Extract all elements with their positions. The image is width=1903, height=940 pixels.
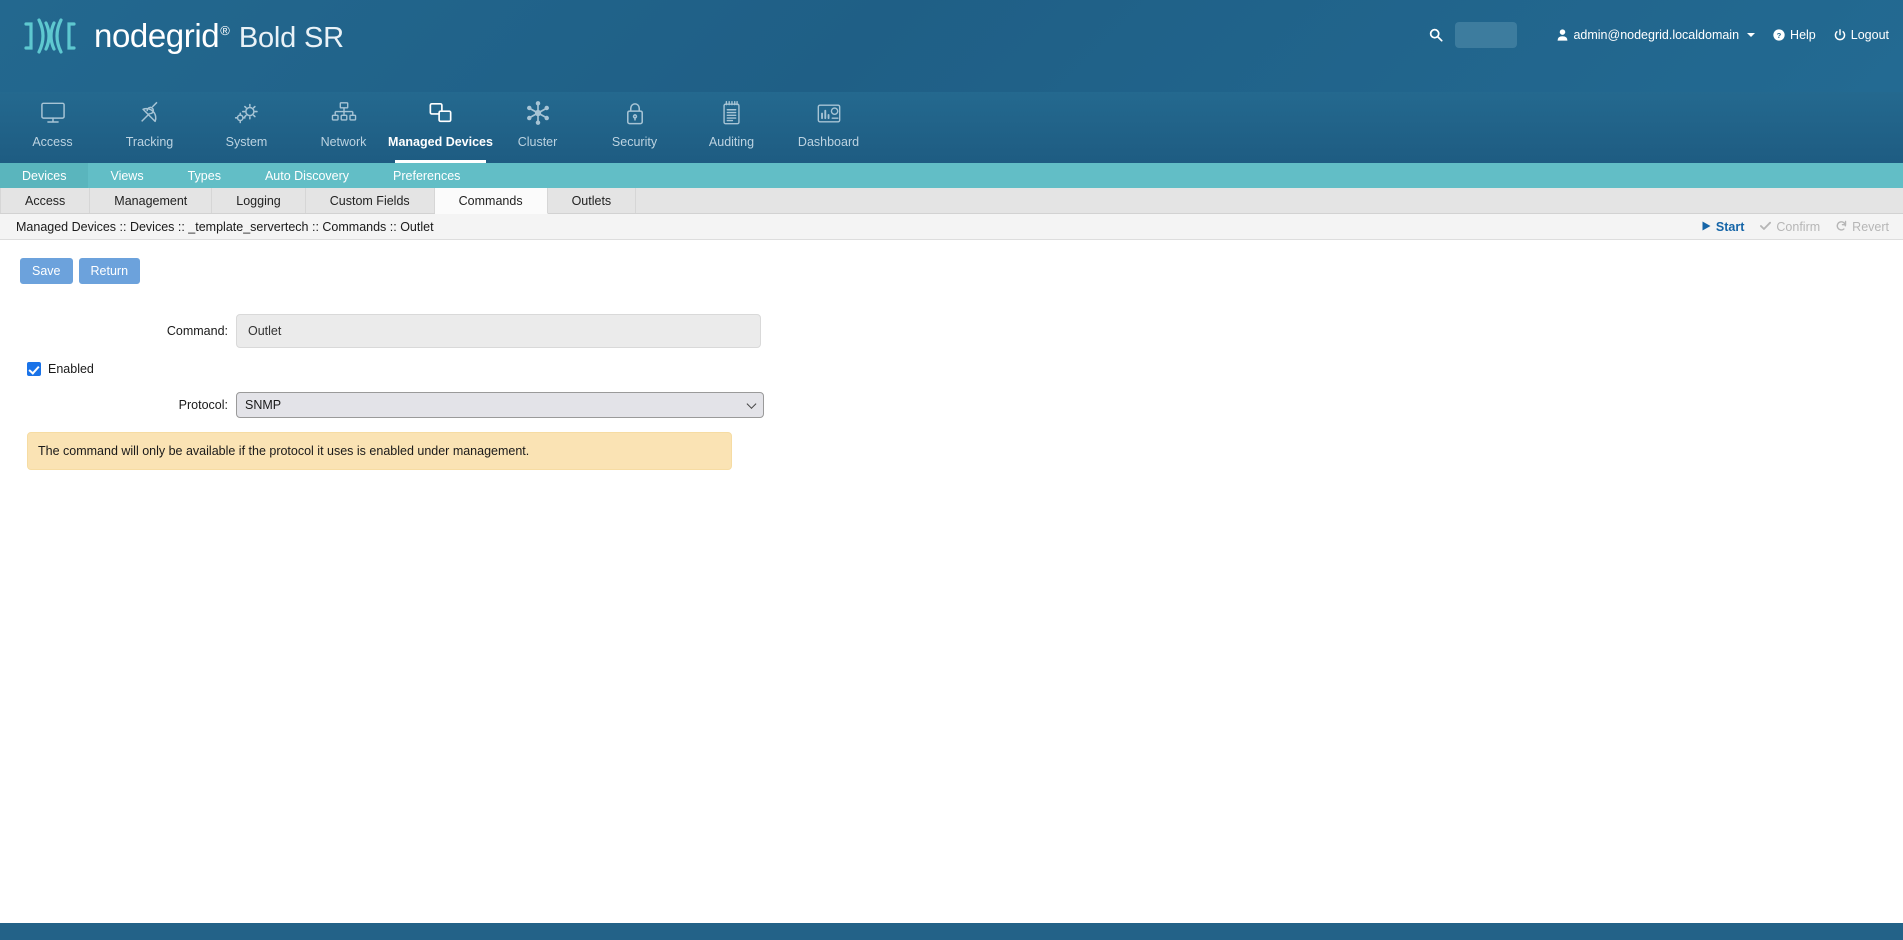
return-button[interactable]: Return: [78, 258, 141, 285]
main-navigation: Access Tracking System Network Managed D…: [0, 92, 1903, 163]
undo-icon: [1836, 220, 1847, 234]
start-button[interactable]: Start: [1702, 220, 1744, 234]
section-tabs: Devices Views Types Auto Discovery Prefe…: [0, 163, 1903, 188]
tab-views[interactable]: Views: [88, 163, 165, 188]
nav-item-auditing[interactable]: Auditing: [683, 92, 780, 163]
tab-preferences[interactable]: Preferences: [371, 163, 482, 188]
subtab-label: Access: [25, 193, 66, 208]
user-icon: [1557, 29, 1568, 41]
subtab-access[interactable]: Access: [0, 188, 91, 213]
command-row: Command:: [0, 314, 1903, 349]
gears-icon: [233, 98, 260, 128]
command-input[interactable]: [236, 314, 761, 349]
protocol-warning-message: The command will only be available if th…: [27, 432, 732, 471]
nodegrid-logo-icon: [18, 10, 82, 62]
page-actions: Start Confirm Revert: [1702, 220, 1889, 234]
start-label: Start: [1715, 219, 1745, 234]
check-icon: [1760, 220, 1772, 234]
search-input[interactable]: [1455, 22, 1518, 48]
enabled-checkbox[interactable]: [27, 362, 41, 377]
help-label: Help: [1790, 28, 1816, 42]
notepad-icon: [720, 98, 743, 128]
network-tree-icon: [331, 98, 357, 128]
monitor-icon: [40, 98, 66, 128]
product-name: Bold SR: [238, 22, 344, 54]
logout-label: Logout: [1850, 28, 1889, 42]
subtab-logging[interactable]: Logging: [212, 188, 306, 213]
nav-item-dashboard[interactable]: Dashboard: [780, 92, 877, 163]
tab-types[interactable]: Types: [166, 163, 243, 188]
search-icon[interactable]: [1423, 25, 1449, 45]
nav-label: Auditing: [708, 135, 755, 149]
tab-label: Preferences: [393, 168, 461, 183]
user-menu[interactable]: admin@nodegrid.localdomain: [1557, 28, 1756, 42]
subtab-label: Management: [114, 193, 188, 208]
tab-auto-discovery[interactable]: Auto Discovery: [243, 163, 371, 188]
tab-devices[interactable]: Devices: [0, 163, 89, 188]
nav-item-system[interactable]: System: [198, 92, 295, 163]
satellite-dish-icon: [137, 98, 163, 128]
nav-label: Security: [611, 135, 658, 149]
bar-chart-icon: [816, 98, 842, 128]
subtab-label: Logging: [236, 193, 281, 208]
subtab-label: Outlets: [571, 193, 612, 208]
nav-label: Network: [320, 135, 367, 149]
main-content: Save Return Command: Enabled Protocol: S…: [0, 240, 1903, 923]
nav-item-access[interactable]: Access: [4, 92, 101, 163]
windows-stack-icon: [427, 98, 454, 128]
play-icon: [1702, 220, 1711, 234]
sub-tabs: Access Management Logging Custom Fields …: [0, 188, 1903, 214]
form-toolbar: Save Return: [0, 258, 1903, 285]
tab-label: Auto Discovery: [264, 168, 350, 183]
save-button[interactable]: Save: [20, 258, 73, 285]
question-circle-icon: ?: [1773, 29, 1785, 41]
brand-logo[interactable]: nodegrid ® Bold SR: [18, 10, 344, 62]
revert-button: Revert: [1836, 220, 1889, 234]
tab-label: Types: [187, 168, 221, 183]
power-icon: [1834, 29, 1846, 41]
nav-item-tracking[interactable]: Tracking: [101, 92, 198, 163]
tab-label: Views: [110, 168, 144, 183]
nav-item-network[interactable]: Network: [295, 92, 392, 163]
subtab-label: Commands: [458, 193, 523, 208]
logout-link[interactable]: Logout: [1834, 28, 1889, 42]
subtab-label: Custom Fields: [329, 193, 410, 208]
subtab-custom-fields[interactable]: Custom Fields: [306, 188, 435, 213]
nav-item-cluster[interactable]: Cluster: [489, 92, 586, 163]
app-footer: Copyright © ZPE Systems, Inc.: [0, 923, 1903, 940]
nav-label: Dashboard: [797, 135, 860, 149]
nav-label: System: [225, 135, 268, 149]
nav-label: Tracking: [125, 135, 174, 149]
breadcrumb: Managed Devices :: Devices :: _template_…: [16, 219, 434, 234]
nav-item-security[interactable]: Security: [586, 92, 683, 163]
breadcrumb-bar: Managed Devices :: Devices :: _template_…: [0, 214, 1903, 240]
subtab-outlets[interactable]: Outlets: [548, 188, 637, 213]
subtab-management[interactable]: Management: [90, 188, 213, 213]
help-link[interactable]: ? Help: [1773, 28, 1816, 42]
nav-item-managed-devices[interactable]: Managed Devices: [388, 92, 493, 163]
tab-label: Devices: [22, 168, 67, 183]
user-email-label: admin@nodegrid.localdomain: [1573, 28, 1740, 42]
protocol-row: Protocol: SNMP: [0, 392, 1903, 419]
confirm-button: Confirm: [1760, 220, 1820, 234]
revert-label: Revert: [1852, 219, 1889, 234]
nav-label: Cluster: [517, 135, 558, 149]
enabled-label: Enabled: [48, 362, 94, 377]
svg-text:?: ?: [1777, 31, 1782, 40]
logo-wordmark: nodegrid: [94, 17, 220, 54]
cluster-nodes-icon: [525, 98, 551, 128]
app-header: nodegrid ® Bold SR admin@nodegrid.locald…: [0, 0, 1903, 92]
enabled-row: Enabled: [0, 362, 1903, 377]
header-actions: admin@nodegrid.localdomain ? Help Logout: [1423, 22, 1889, 48]
command-label: Command:: [166, 324, 228, 339]
lock-icon: [624, 98, 646, 128]
protocol-select[interactable]: SNMP: [236, 392, 764, 419]
subtab-commands[interactable]: Commands: [434, 188, 548, 214]
registered-trademark-icon: ®: [220, 23, 230, 38]
confirm-label: Confirm: [1776, 219, 1821, 234]
nav-label: Access: [32, 135, 73, 149]
chevron-down-icon: [1747, 33, 1756, 37]
nav-label: Managed Devices: [388, 135, 493, 149]
protocol-label: Protocol:: [178, 398, 228, 413]
